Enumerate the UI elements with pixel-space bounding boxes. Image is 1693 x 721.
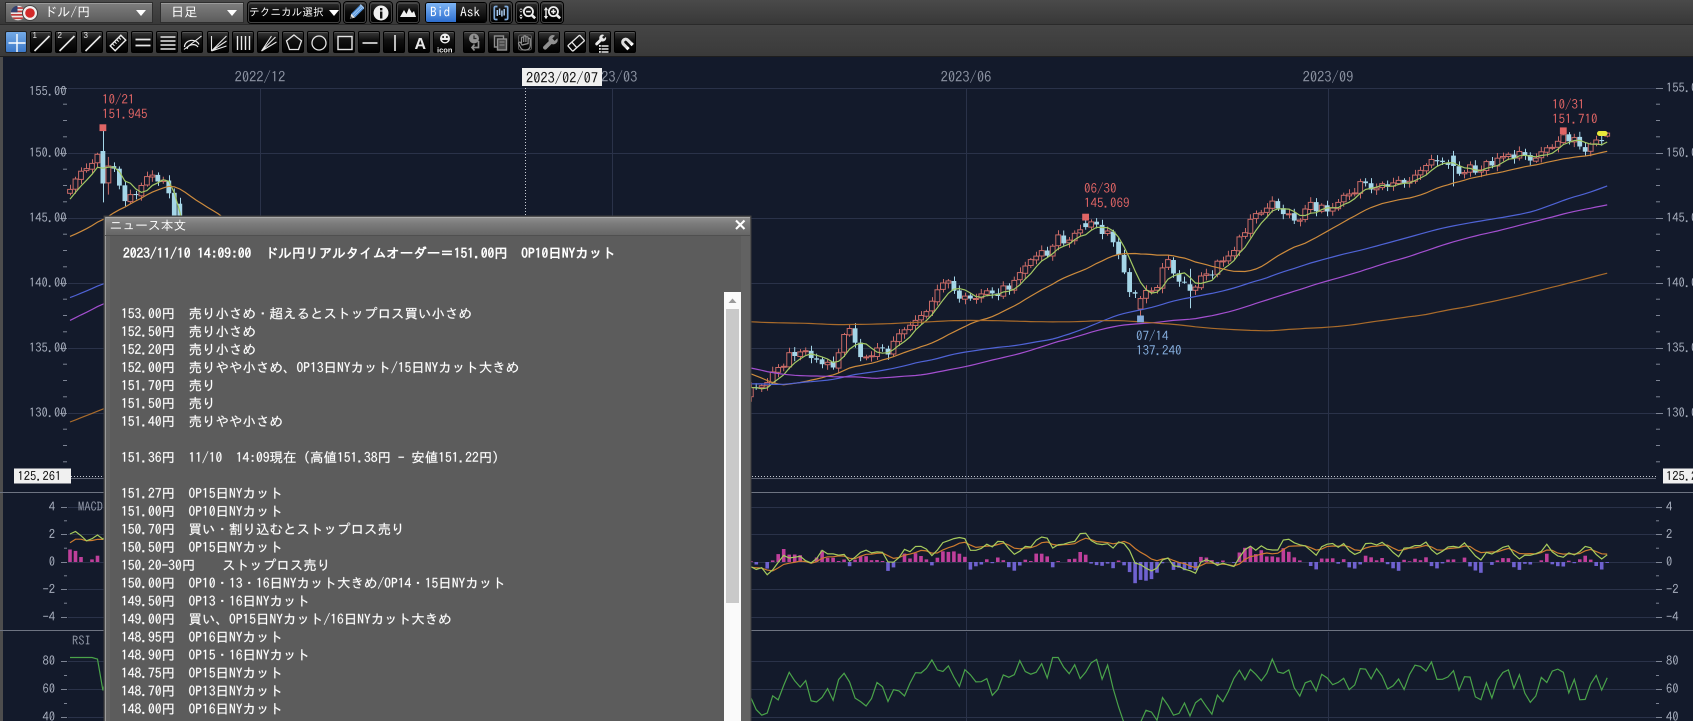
svg-text:icon: icon <box>437 46 453 55</box>
svg-text:2: 2 <box>58 32 63 40</box>
svg-text:A: A <box>415 36 427 53</box>
svg-text:1: 1 <box>33 32 38 40</box>
svg-text:3: 3 <box>84 32 89 40</box>
